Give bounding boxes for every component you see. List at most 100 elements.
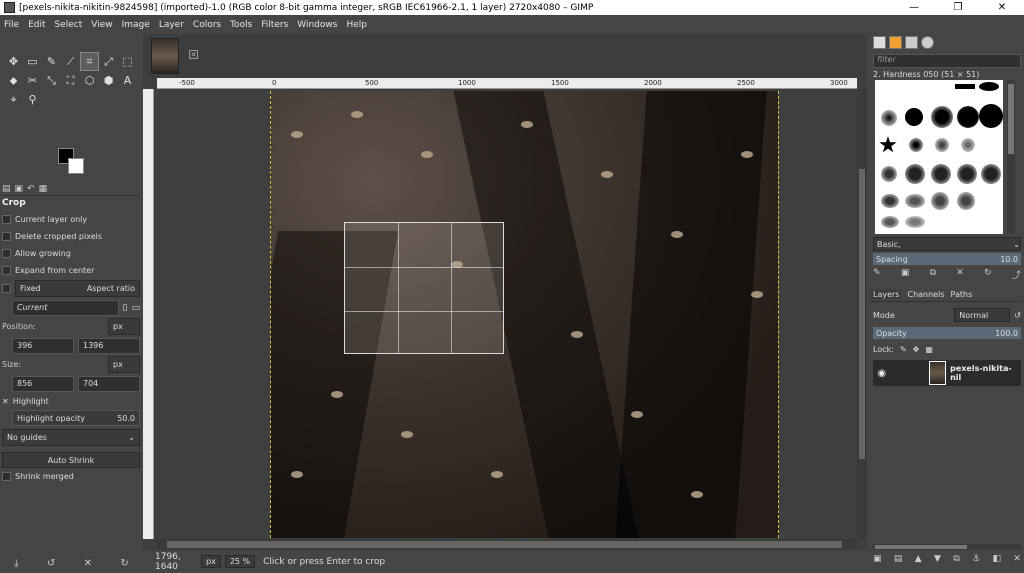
eraser-tool-icon[interactable]: ⤡ <box>42 71 61 90</box>
horizontal-scrollbar[interactable] <box>157 539 857 550</box>
spacing-slider[interactable]: Spacing 10.0 <box>873 253 1021 265</box>
unified-transform-tool-icon[interactable]: ⤢ <box>99 52 118 71</box>
menu-filters[interactable]: Filters <box>261 20 288 30</box>
text-tool-icon[interactable]: A <box>118 71 137 90</box>
delete-brush-icon[interactable]: ✕ <box>956 268 964 282</box>
fonts-tab-icon[interactable] <box>905 36 918 49</box>
tab-paths[interactable]: Paths <box>951 290 973 299</box>
device-status-tab-icon[interactable]: ▣ <box>15 184 24 194</box>
close-image-tab-icon[interactable]: ✕ <box>189 50 198 59</box>
menu-windows[interactable]: Windows <box>297 20 337 30</box>
zoom-tool-icon[interactable]: ⚲ <box>23 90 42 109</box>
delete-cropped-checkbox[interactable]: Delete cropped pixels <box>2 228 140 245</box>
brush-preset-select[interactable]: Basic, ⌄ <box>873 237 1021 251</box>
size-unit-select[interactable]: px <box>108 356 140 373</box>
menu-layer[interactable]: Layer <box>159 20 184 30</box>
warp-tool-icon[interactable]: ⬚ <box>118 52 137 71</box>
patterns-tab-icon[interactable] <box>889 36 902 49</box>
lasso-tool-icon[interactable]: ✎ <box>42 52 61 71</box>
undo-history-tab-icon[interactable]: ↶ <box>27 184 35 194</box>
delete-preset-icon[interactable]: ✕ <box>84 558 92 569</box>
anchor-layer-icon[interactable]: ⚓ <box>972 554 980 568</box>
color-swatches[interactable] <box>56 146 88 176</box>
vertical-ruler[interactable] <box>143 89 154 539</box>
clone-tool-icon[interactable]: ⛶ <box>61 71 80 90</box>
menu-edit[interactable]: Edit <box>28 20 45 30</box>
brush-scrollbar[interactable] <box>1007 80 1015 234</box>
rect-select-tool-icon[interactable]: ▭ <box>23 52 42 71</box>
tab-channels[interactable]: Channels <box>907 290 944 299</box>
delete-layer-icon[interactable]: ✕ <box>1013 554 1021 568</box>
zoom-select[interactable]: 25 % <box>224 555 256 568</box>
menu-image[interactable]: Image <box>122 20 150 30</box>
visibility-eye-icon[interactable]: ◉ <box>873 368 891 379</box>
image-tab-thumbnail[interactable] <box>151 38 179 74</box>
menu-view[interactable]: View <box>91 20 112 30</box>
open-as-image-icon[interactable]: ⤴ <box>1012 268 1021 282</box>
restore-preset-icon[interactable]: ↺ <box>47 558 55 569</box>
menu-colors[interactable]: Colors <box>193 20 221 30</box>
smudge-tool-icon[interactable]: ⬡ <box>80 71 99 90</box>
reset-icon[interactable]: ↻ <box>120 558 128 569</box>
save-preset-icon[interactable]: ⤓ <box>14 558 18 569</box>
background-color[interactable] <box>68 158 84 174</box>
lower-layer-icon[interactable]: ▼ <box>934 554 941 568</box>
minimize-button[interactable]: — <box>892 0 936 15</box>
close-button[interactable]: ✕ <box>980 0 1024 15</box>
new-layer-icon[interactable]: ▣ <box>873 554 882 568</box>
new-layer-group-icon[interactable]: ▤ <box>894 554 903 568</box>
canvas-area[interactable]: -500 0 500 1000 1500 2000 2500 3000 <box>143 78 867 550</box>
highlight-checkbox[interactable]: ✕ Highlight <box>2 393 140 410</box>
fixed-checkbox[interactable] <box>2 284 11 293</box>
refresh-brushes-icon[interactable]: ↻ <box>984 268 992 282</box>
tool-options-tab-icon[interactable]: ▤ <box>2 184 11 194</box>
position-x-input[interactable]: 396 <box>12 337 74 354</box>
layer-mode-select[interactable]: Normal <box>954 308 1011 322</box>
position-unit-select[interactable]: px <box>108 318 140 335</box>
lock-pixels-icon[interactable]: ✎ <box>900 345 907 354</box>
size-width-input[interactable]: 856 <box>12 375 74 392</box>
brush-filter-input[interactable]: filter <box>873 54 1021 68</box>
paintbrush-tool-icon[interactable]: ✂ <box>23 71 42 90</box>
edit-brush-icon[interactable]: ✎ <box>873 268 881 282</box>
menu-file[interactable]: File <box>4 20 19 30</box>
layers-scrollbar[interactable] <box>873 544 1021 550</box>
fixed-value-input[interactable]: Current <box>12 299 119 316</box>
help-tab-icon[interactable] <box>921 36 934 49</box>
size-height-input[interactable]: 704 <box>78 375 140 392</box>
lock-position-icon[interactable]: ✥ <box>913 345 920 354</box>
move-tool-icon[interactable]: ✥ <box>4 52 23 71</box>
allow-growing-checkbox[interactable]: Allow growing <box>2 245 140 262</box>
layer-opacity-slider[interactable]: Opacity 100.0 <box>873 327 1021 339</box>
brush-grid[interactable] <box>875 80 1003 234</box>
menu-select[interactable]: Select <box>55 20 83 30</box>
current-layer-only-checkbox[interactable]: Current layer only <box>2 211 140 228</box>
highlight-opacity-slider[interactable]: Highlight opacity 50.0 <box>12 410 140 426</box>
layer-item[interactable]: ◉ pexels-nikita-nil <box>873 360 1021 386</box>
paths-tool-icon[interactable]: ⬢ <box>99 71 118 90</box>
menu-tools[interactable]: Tools <box>230 20 252 30</box>
maximize-button[interactable]: ❐ <box>936 0 980 15</box>
images-tab-icon[interactable]: ▦ <box>39 184 48 194</box>
portrait-icon[interactable]: ▯ <box>123 303 128 313</box>
duplicate-layer-icon[interactable]: ⧉ <box>953 554 959 568</box>
crop-rectangle[interactable] <box>344 222 504 354</box>
shrink-merged-checkbox[interactable]: Shrink merged <box>2 468 140 485</box>
raise-layer-icon[interactable]: ▲ <box>915 554 922 568</box>
auto-shrink-button[interactable]: Auto Shrink <box>2 452 140 468</box>
mode-reset-icon[interactable]: ↺ <box>1014 311 1021 320</box>
bucket-fill-tool-icon[interactable]: ⬥ <box>4 71 23 90</box>
guides-select[interactable]: No guides ⌄ <box>2 429 140 446</box>
duplicate-brush-icon[interactable]: ⧉ <box>930 268 936 282</box>
expand-center-checkbox[interactable]: Expand from center <box>2 262 140 279</box>
mask-layer-icon[interactable]: ◧ <box>993 554 1002 568</box>
vertical-scrollbar[interactable] <box>857 89 867 539</box>
fuzzy-select-tool-icon[interactable]: ⟋ <box>61 52 80 71</box>
crop-tool-icon[interactable]: ⌗ <box>80 52 99 71</box>
new-brush-icon[interactable]: ▣ <box>901 268 910 282</box>
brushes-tab-icon[interactable] <box>873 36 886 49</box>
image-canvas[interactable] <box>270 91 779 538</box>
landscape-icon[interactable]: ▭ <box>131 303 140 313</box>
tab-layers[interactable]: Layers <box>871 290 902 299</box>
fixed-mode-select[interactable]: Fixed Aspect ratio <box>15 280 140 297</box>
